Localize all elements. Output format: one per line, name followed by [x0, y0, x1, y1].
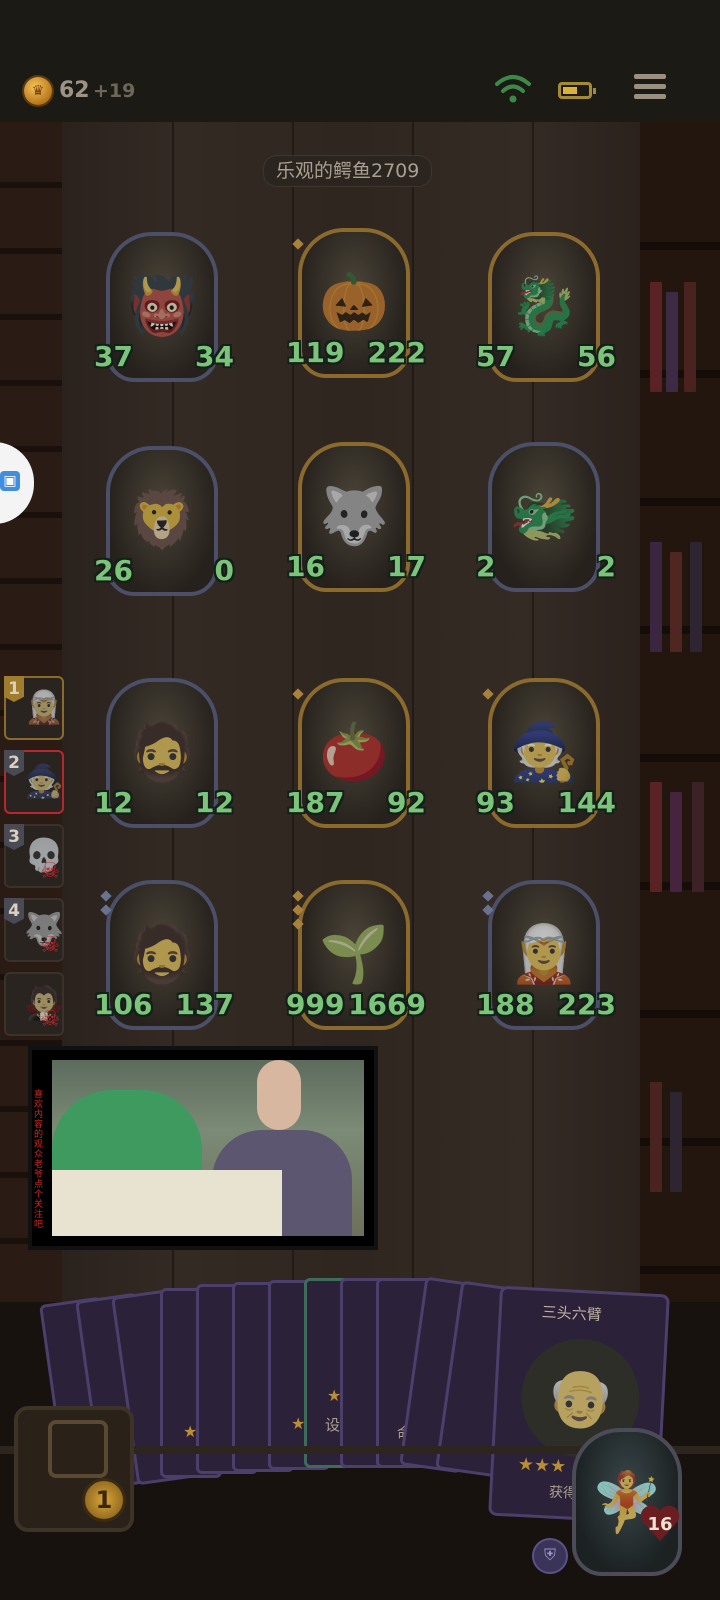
skull-crossbones-icon: ☠: [40, 933, 60, 958]
gold-amount: 62: [59, 78, 90, 103]
minion-health: 56: [577, 340, 616, 373]
minion-health: 17: [387, 550, 426, 583]
minion-pumpkin-ghost[interactable]: 🎃 119 222: [286, 228, 426, 396]
minion-frame: 🐲: [488, 442, 600, 592]
minion-portrait: 🧔: [127, 720, 197, 785]
video-frame: [52, 1060, 364, 1236]
shield-icon[interactable]: ⛨: [532, 1538, 568, 1574]
minion-portrait: 🦁: [127, 488, 197, 553]
gold-income: +19: [93, 80, 136, 102]
minion-portrait: 🧝: [509, 922, 579, 987]
card-title: 三头六臂: [541, 1302, 603, 1325]
minion-health: 223: [557, 988, 616, 1021]
game-controller-icon: ▣: [0, 471, 20, 491]
minion-flame-chieftain[interactable]: 🦁 26 0: [94, 446, 234, 614]
minion-sprout-kid[interactable]: 🌱 999 1669: [286, 880, 426, 1048]
minion-portrait: 👹: [127, 274, 197, 339]
wifi-icon: [495, 75, 531, 103]
board-owner-name: 乐观的鳄鱼2709: [263, 155, 433, 187]
minion-health: 1669: [348, 988, 426, 1021]
minion-attack: 26: [94, 554, 133, 587]
tier-gem-icon: [100, 890, 112, 902]
minion-portrait: 🐲: [509, 484, 579, 549]
minion-attack: 106: [94, 988, 153, 1021]
rank-badge: 1: [4, 676, 24, 702]
minion-health: 12: [195, 786, 234, 819]
minion-health: 144: [557, 786, 616, 819]
minion-attack: 93: [476, 786, 515, 819]
minion-attack: 2: [476, 550, 515, 583]
tier-gem-icon: [482, 890, 494, 902]
minion-health: 34: [195, 340, 234, 373]
card-stars: ★★★: [517, 1453, 567, 1478]
opponent-portrait: 🧝: [24, 688, 64, 726]
minion-bearded-warrior[interactable]: 🧔 12 12: [94, 678, 234, 846]
minion-attack: 16: [286, 550, 325, 583]
minion-elf-sorceress[interactable]: 🧝 188 223: [476, 880, 616, 1048]
rank-badge: 3: [4, 824, 24, 850]
minion-health: 222: [367, 336, 426, 369]
minion-attack: 187: [286, 786, 345, 819]
opponent-portrait: 🧙: [24, 762, 64, 800]
battery-icon: [558, 82, 596, 99]
minion-attack: 119: [286, 336, 345, 369]
card-text-fragment: 设: [325, 1416, 341, 1434]
video-caption: 喜欢内容的观众老爷点个关注吧: [34, 1090, 44, 1230]
top-bar: ♛ 62 +19: [0, 0, 720, 124]
leaderboard-entry[interactable]: 4 🐺 ☠: [4, 898, 64, 962]
right-bookshelf: [640, 122, 720, 1302]
minion-health: 92: [387, 786, 426, 819]
minion-attack: 57: [476, 340, 515, 373]
minion-attack: 12: [94, 786, 133, 819]
minion-portrait: 🎃: [319, 270, 389, 335]
player-hero-portrait[interactable]: 🧚: [572, 1428, 682, 1576]
leaderboard-entry[interactable]: 🧛 ☠: [4, 972, 64, 1036]
minion-portrait: 🌱: [319, 922, 389, 987]
minion-hat-witch[interactable]: 🧙 93 144: [476, 678, 616, 846]
skull-crossbones-icon: ☠: [40, 1007, 60, 1032]
minion-horned-elf[interactable]: 👹 37 34: [94, 232, 234, 400]
minion-blue-dragonkin[interactable]: 🐲 2 2: [476, 442, 616, 610]
tier-gem-icon: [292, 688, 304, 700]
minion-tomato-imp[interactable]: 🍅 187 92: [286, 678, 426, 846]
tier-gem-icon: [482, 688, 494, 700]
minion-health: 137: [175, 988, 234, 1021]
chest-count-badge: 1: [82, 1478, 126, 1522]
minion-golden-dragon[interactable]: 🐉 57 56: [476, 232, 616, 400]
minion-attack: 37: [94, 340, 133, 373]
minion-portrait: 🍅: [319, 720, 389, 785]
video-overlay[interactable]: 喜欢内容的观众老爷点个关注吧: [28, 1046, 378, 1250]
minion-beast-demon[interactable]: 🐺 16 17: [286, 442, 426, 610]
minion-attack: 999: [286, 988, 345, 1021]
tier-gem-icon: [292, 238, 304, 250]
minion-bearded-warrior-golden[interactable]: 🧔 106 137: [94, 880, 234, 1048]
minion-health: 2: [577, 550, 616, 583]
leaderboard-entry[interactable]: 1 🧝: [4, 676, 64, 740]
skull-crossbones-icon: ☠: [40, 859, 60, 884]
minion-portrait: 🧙: [509, 720, 579, 785]
tier-gem-icon: [292, 890, 304, 902]
minion-portrait: 🐺: [319, 484, 389, 549]
rank-badge: 2: [4, 750, 24, 776]
leaderboard-entry[interactable]: 2 🧙: [4, 750, 64, 814]
rank-badge: 4: [4, 898, 24, 924]
minion-health: 0: [195, 554, 234, 587]
leaderboard-entry[interactable]: 3 💀 ☠: [4, 824, 64, 888]
player-health: 16: [647, 1514, 673, 1535]
minion-portrait: 🐉: [509, 274, 579, 339]
coin-icon: ♛: [24, 77, 52, 105]
minion-portrait: 🧔: [127, 922, 197, 987]
minion-attack: 188: [476, 988, 535, 1021]
menu-button[interactable]: [634, 74, 666, 104]
